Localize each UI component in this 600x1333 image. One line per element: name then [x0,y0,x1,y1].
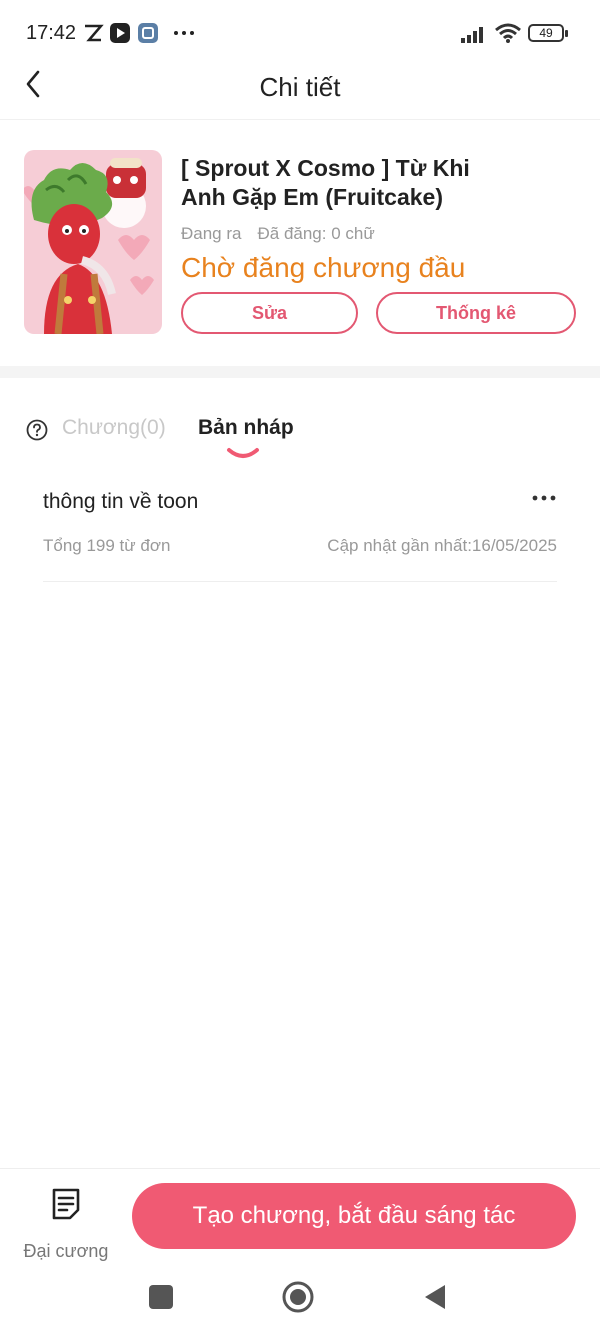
create-chapter-button[interactable]: Tạo chương, bắt đầu sáng tác [132,1183,576,1249]
wifi-icon [495,23,521,43]
home-icon[interactable] [282,1281,314,1313]
edit-button[interactable]: Sửa [181,292,358,334]
statistics-button[interactable]: Thống kê [376,292,576,334]
status-bar: 17:42 49 [0,0,600,66]
book-card: [ Sprout X Cosmo ] Từ Khi Anh Gặp Em (Fr… [0,120,600,366]
book-title: [ Sprout X Cosmo ] Từ Khi Anh Gặp Em (Fr… [181,155,470,210]
bottom-action-bar: Đại cương Tạo chương, bắt đầu sáng tác [0,1168,600,1268]
help-icon[interactable] [26,419,48,441]
draft-word-count: Tổng 199 từ đơn [43,536,171,555]
outline-document-icon [52,1188,80,1220]
tab-chapters[interactable]: Chương(0) [62,416,166,440]
more-options-icon[interactable] [531,488,557,508]
recent-apps-icon[interactable] [149,1285,173,1309]
active-tab-indicator [227,448,259,458]
more-dots-icon [174,31,194,35]
outline-label: Đại cương [23,1241,109,1261]
book-meta: Đang ra Đã đăng: 0 chữ [181,224,375,244]
draft-updated-date: Cập nhật gần nhất:16/05/2025 [327,536,557,555]
outline-button[interactable]: Đại cương [14,1183,118,1261]
signal-icon [461,27,483,43]
nav-back-icon[interactable] [423,1283,447,1311]
status-time: 17:42 [26,22,77,44]
section-divider [0,366,600,378]
tab-bar: Chương(0) Bản nháp [0,400,600,464]
header: Chi tiết [0,66,600,120]
media-play-icon [110,23,130,43]
draft-list-item[interactable]: thông tin về toon Tổng 199 từ đơn Cập nh… [43,476,557,582]
book-cover-image[interactable] [24,150,162,334]
pending-first-chapter-status: Chờ đăng chương đầu [181,252,466,283]
battery-icon: 49 [528,24,568,42]
book-status-text: Đang ra [181,224,242,243]
tab-drafts[interactable]: Bản nháp [198,416,294,440]
book-word-count: Đã đăng: 0 chữ [257,224,375,243]
system-nav-bar [0,1268,600,1333]
app-icon [138,23,158,43]
draft-title: thông tin về toon [43,490,199,513]
notification-icon [85,24,104,42]
page-title: Chi tiết [259,72,341,102]
